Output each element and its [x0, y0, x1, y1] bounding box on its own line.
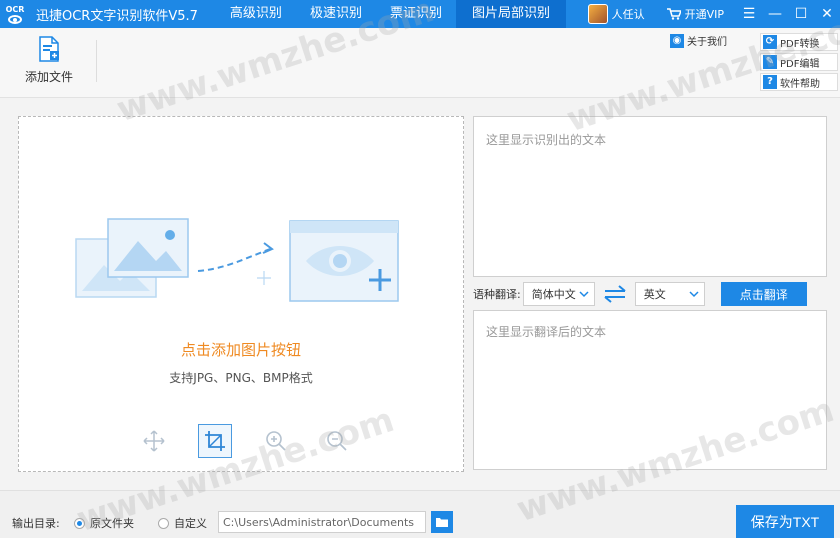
close-button[interactable]: ✕: [814, 0, 840, 28]
title-bar: OCR 迅捷OCR文字识别软件V5.7 高级识别 极速识别 票证识别 图片局部识…: [0, 0, 840, 28]
about-us-label: 关于我们: [687, 37, 727, 48]
drop-title[interactable]: 点击添加图片按钮: [19, 339, 463, 360]
minimize-button[interactable]: —: [762, 0, 788, 28]
move-icon: [143, 430, 165, 452]
target-language-value: 英文: [643, 288, 666, 301]
tab-ticket[interactable]: 票证识别: [376, 0, 456, 28]
pdf-convert-icon: ⟳: [763, 35, 777, 49]
zoom-in-button[interactable]: [259, 424, 293, 458]
crop-icon: [205, 431, 225, 451]
app-logo-text: OCR: [5, 4, 25, 14]
target-language-select[interactable]: 英文: [634, 282, 705, 306]
menu-button[interactable]: ☰: [736, 0, 762, 28]
cart-icon: [666, 8, 681, 20]
source-language-value: 简体中文: [531, 288, 576, 301]
translated-text-placeholder: 这里显示翻译后的文本: [486, 325, 607, 339]
vip-label: 开通VIP: [684, 8, 724, 21]
toolbar-divider: [96, 40, 97, 82]
move-tool-button[interactable]: [137, 424, 171, 458]
output-dir-label: 输出目录:: [12, 517, 60, 530]
folder-icon: [436, 518, 448, 527]
drop-subtitle: 支持JPG、PNG、BMP格式: [169, 371, 313, 385]
recognized-text-area[interactable]: 这里显示识别出的文本: [473, 116, 827, 277]
add-image-illustration: [75, 218, 399, 302]
help-icon: ?: [763, 75, 777, 89]
tab-image-partial[interactable]: 图片局部识别: [455, 0, 566, 28]
about-us-button[interactable]: ◉ 关于我们: [670, 33, 727, 48]
radio-custom-folder[interactable]: 自定义: [158, 515, 207, 531]
crop-tool-button[interactable]: [198, 424, 232, 458]
add-file-button[interactable]: 添加文件: [18, 36, 80, 92]
zoom-in-icon: [266, 431, 286, 451]
translate-label: 语种翻译:: [473, 288, 521, 301]
tab-fast[interactable]: 极速识别: [296, 0, 376, 28]
image-drop-zone[interactable]: 点击添加图片按钮 支持JPG、PNG、BMP格式: [18, 116, 464, 472]
radio-custom-label: 自定义: [174, 517, 207, 530]
tab-advanced[interactable]: 高级识别: [216, 0, 296, 28]
translate-button[interactable]: 点击翻译: [720, 282, 807, 306]
radio-original-label: 原文件夹: [90, 517, 134, 530]
browse-folder-button[interactable]: [431, 511, 453, 533]
user-icon: ◉: [670, 33, 684, 48]
add-file-label: 添加文件: [24, 70, 73, 84]
eye-icon: [8, 14, 22, 24]
zoom-out-button[interactable]: [320, 424, 354, 458]
chevron-down-icon: [689, 291, 699, 298]
add-file-icon: [39, 36, 59, 62]
help-label: 软件帮助: [780, 78, 820, 90]
radio-selected-icon: [74, 517, 85, 529]
save-txt-button[interactable]: 保存为TXT: [736, 505, 834, 538]
pdf-edit-button[interactable]: ✎ PDF编辑: [760, 53, 838, 71]
pdf-convert-button[interactable]: ⟳ PDF转换: [760, 33, 838, 51]
vip-button[interactable]: 开通VIP: [666, 6, 724, 22]
help-button[interactable]: ? 软件帮助: [760, 73, 838, 91]
avatar: [587, 4, 608, 24]
image-tools: [137, 424, 381, 458]
app-title: 迅捷OCR文字识别软件V5.7: [36, 8, 198, 24]
translated-text-area[interactable]: 这里显示翻译后的文本: [473, 310, 827, 470]
source-language-select[interactable]: 简体中文: [522, 282, 595, 306]
maximize-button[interactable]: ☐: [788, 0, 814, 28]
mode-tabs: 高级识别 极速识别 票证识别 图片局部识别: [216, 0, 566, 28]
swap-language-icon[interactable]: [603, 285, 627, 303]
output-path-input[interactable]: [218, 511, 426, 533]
zoom-out-icon: [327, 431, 347, 451]
pencil-icon: ✎: [763, 55, 777, 69]
radio-unselected-icon: [158, 517, 169, 529]
bottom-bar: 输出目录: 原文件夹 自定义 保存为TXT: [0, 490, 840, 538]
pdf-convert-label: PDF转换: [780, 38, 820, 50]
radio-original-folder[interactable]: 原文件夹: [74, 515, 134, 531]
pdf-edit-label: PDF编辑: [780, 58, 820, 70]
chevron-down-icon: [579, 291, 589, 298]
user-name: 人任认: [611, 8, 645, 21]
user-account[interactable]: 人任认: [587, 4, 645, 24]
toolbar: 添加文件 ◉ 关于我们 ⟳ PDF转换 ✎ PDF编辑 ? 软件帮助: [0, 28, 840, 98]
recognized-text-placeholder: 这里显示识别出的文本: [486, 133, 607, 147]
translation-bar: 语种翻译: 简体中文 英文 点击翻译: [473, 281, 827, 307]
app-logo-icon: OCR: [2, 0, 28, 28]
